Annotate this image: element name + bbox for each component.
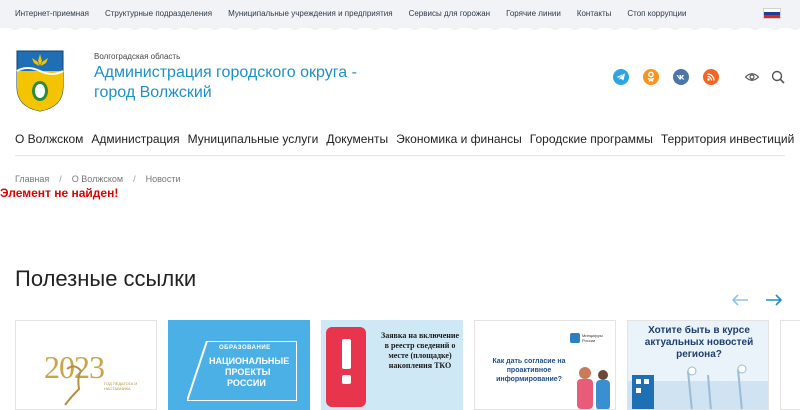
eye-accessibility-icon[interactable] bbox=[744, 69, 760, 85]
nav-item-economy[interactable]: Экономика и финансы bbox=[396, 132, 522, 146]
card-proactive-text: Как дать согласие на проактивное информи… bbox=[492, 358, 566, 383]
russian-flag-icon[interactable] bbox=[763, 8, 781, 19]
breadcrumb-about[interactable]: О Волжском bbox=[72, 174, 123, 184]
vk-icon[interactable] bbox=[673, 69, 689, 85]
card-np-line4: РОССИИ bbox=[227, 378, 266, 388]
arrow-right-icon[interactable] bbox=[764, 292, 784, 308]
link-card-proactive-informing[interactable]: Минцифры России Как дать согласие на про… bbox=[474, 320, 616, 410]
card-np-line1: ОБРАЗОВАНИЕ bbox=[219, 345, 271, 351]
card-year-subtitle: ГОД ПЕДАГОГА И НАСТАВНИКА bbox=[104, 381, 138, 391]
top-link-contacts[interactable]: Контакты bbox=[577, 9, 612, 18]
top-link-anticorruption[interactable]: Стоп коррупции bbox=[627, 9, 686, 18]
breadcrumb-separator: / bbox=[59, 174, 62, 184]
breadcrumb: Главная / О Волжском / Новости bbox=[15, 174, 180, 184]
breadcrumb-home[interactable]: Главная bbox=[15, 174, 49, 184]
nav-item-administration[interactable]: Администрация bbox=[91, 132, 179, 146]
card-np-line2: НАЦИОНАЛЬНЫЕ bbox=[209, 356, 290, 366]
rss-icon[interactable] bbox=[703, 69, 719, 85]
link-card-year-of-teacher[interactable]: 2023 ГОД ПЕДАГОГА И НАСТАВНИКА bbox=[15, 320, 157, 410]
warning-sign-icon bbox=[326, 327, 366, 407]
card-news-text: Хотите быть в курсе актуальных новостей … bbox=[644, 325, 754, 360]
card-tko-text: Заявка на включение в реестр сведений о … bbox=[380, 331, 460, 370]
search-icon[interactable] bbox=[770, 69, 786, 85]
useful-links-title: Полезные ссылки bbox=[15, 266, 197, 291]
site-title[interactable]: Администрация городского округа - город … bbox=[94, 63, 394, 103]
nav-item-investments[interactable]: Территория инвестиций bbox=[661, 132, 794, 146]
error-message: Элемент не найден! bbox=[0, 186, 119, 200]
top-link-institutions[interactable]: Муниципальные учреждения и предприятия bbox=[228, 9, 393, 18]
breadcrumb-separator: / bbox=[133, 174, 136, 184]
mintsifry-logo-icon bbox=[570, 333, 580, 343]
card-brand: Минцифры России bbox=[582, 333, 603, 343]
nav-item-documents[interactable]: Документы bbox=[326, 132, 388, 146]
link-card-national-projects[interactable]: ОБРАЗОВАНИЕ НАЦИОНАЛЬНЫЕ ПРОЕКТЫ РОССИИ bbox=[168, 320, 310, 410]
odnoklassniki-icon[interactable] bbox=[643, 69, 659, 85]
top-link-departments[interactable]: Структурные подразделения bbox=[105, 9, 212, 18]
wave-divider bbox=[0, 24, 800, 30]
nav-divider bbox=[15, 155, 785, 156]
nav-item-about[interactable]: О Волжском bbox=[15, 132, 83, 146]
link-card-next-partial[interactable] bbox=[780, 320, 800, 410]
top-link-hotlines[interactable]: Горячие линии bbox=[506, 9, 561, 18]
telegram-icon[interactable] bbox=[613, 69, 629, 85]
family-illustration-icon bbox=[577, 367, 610, 409]
link-card-tko-registry[interactable]: Заявка на включение в реестр сведений о … bbox=[321, 320, 463, 410]
bird-emblem-icon bbox=[64, 365, 83, 406]
top-links: Интернет-приемная Структурные подразделе… bbox=[15, 9, 702, 18]
top-link-services[interactable]: Сервисы для горожан bbox=[409, 9, 490, 18]
link-card-regional-news[interactable]: Хотите быть в курсе актуальных новостей … bbox=[627, 320, 769, 410]
nav-item-services[interactable]: Муниципальные услуги bbox=[188, 132, 319, 146]
arrow-left-icon[interactable] bbox=[730, 292, 750, 308]
nav-item-programs[interactable]: Городские программы bbox=[530, 132, 653, 146]
breadcrumb-news: Новости bbox=[145, 174, 181, 184]
city-illustration-icon bbox=[628, 364, 768, 409]
coat-of-arms-logo[interactable] bbox=[15, 49, 65, 112]
region-label: Волгоградская область bbox=[94, 52, 181, 61]
main-nav: О Волжском Администрация Муниципальные у… bbox=[15, 132, 800, 146]
card-np-line3: ПРОЕКТЫ bbox=[225, 367, 271, 377]
top-link-reception[interactable]: Интернет-приемная bbox=[15, 9, 89, 18]
